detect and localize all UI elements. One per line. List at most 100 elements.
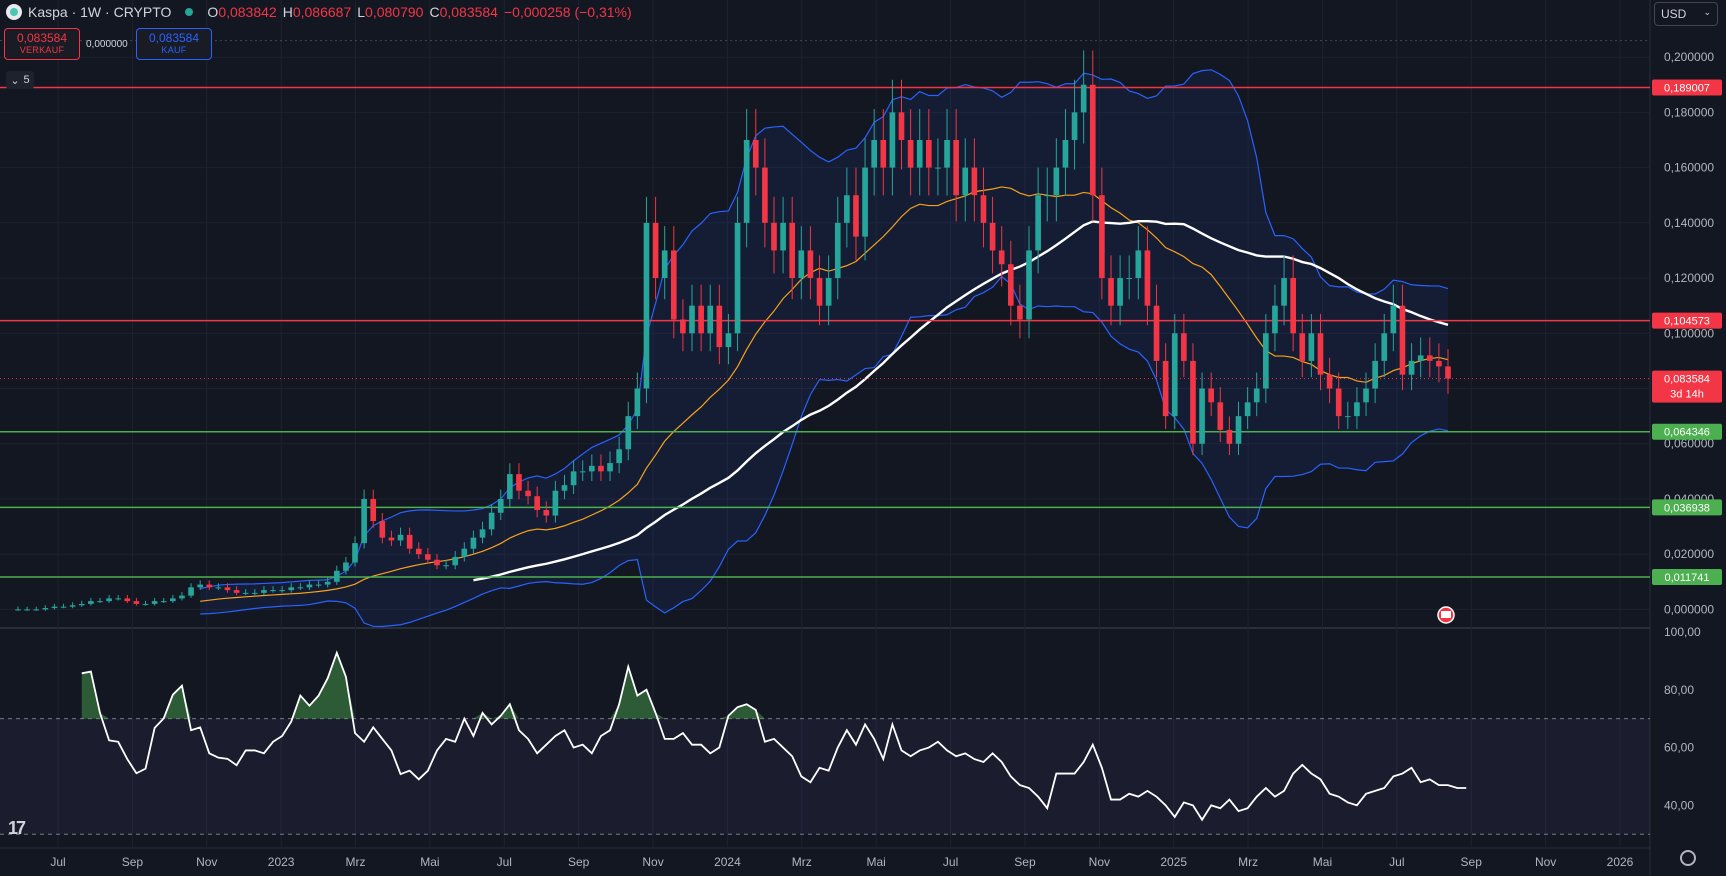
candle — [834, 222, 841, 279]
candle — [1372, 360, 1378, 389]
candle — [807, 250, 814, 279]
candle — [1144, 250, 1151, 306]
candle — [343, 562, 349, 571]
candle — [907, 139, 914, 168]
candle — [479, 529, 486, 538]
candle — [261, 590, 267, 593]
candle — [379, 521, 386, 538]
candle — [24, 609, 30, 611]
price-tick-label: 0,020000 — [1664, 547, 1714, 561]
candle — [844, 195, 850, 223]
candle — [224, 587, 231, 591]
candle — [880, 139, 887, 168]
candle — [197, 584, 203, 588]
candle — [944, 139, 950, 168]
candle — [1244, 402, 1251, 417]
candle — [60, 606, 67, 608]
time-tick-label: Jul — [50, 855, 65, 869]
candle — [188, 587, 194, 596]
candle — [406, 534, 413, 549]
indicators-toggle-button[interactable]: ⌄ 5 — [6, 71, 34, 89]
time-tick-label: Mrz — [1238, 855, 1258, 869]
candle — [397, 534, 404, 541]
candle — [825, 278, 832, 306]
level-label: 0,104573 — [1664, 316, 1710, 328]
candle — [1071, 112, 1078, 140]
time-tick-label: Sep — [122, 855, 144, 869]
candle — [516, 474, 522, 491]
candle — [926, 139, 932, 168]
candle — [698, 305, 704, 334]
candle — [1335, 388, 1342, 417]
time-tick-label: Jul — [943, 855, 958, 869]
rsi-tick-label: 80,00 — [1664, 683, 1694, 697]
candle — [106, 598, 112, 602]
candle — [279, 590, 285, 592]
candle — [1026, 250, 1032, 320]
candle — [989, 222, 996, 251]
indicator-count: 5 — [23, 74, 30, 86]
buy-button[interactable]: 0,083584 KAUF — [136, 28, 212, 60]
candle — [461, 548, 468, 557]
candle — [1354, 402, 1360, 417]
candle — [1007, 264, 1014, 306]
candle — [1062, 139, 1069, 168]
candle — [980, 195, 987, 223]
candle — [1408, 360, 1415, 375]
rsi-tick-label: 60,00 — [1664, 741, 1694, 755]
candle — [670, 250, 677, 320]
economic-event-icon-flag — [1441, 611, 1451, 618]
candle — [115, 598, 122, 600]
sell-button[interactable]: 0,083584 VERKAUF — [4, 28, 80, 60]
candle — [953, 139, 959, 196]
candle — [743, 139, 750, 223]
time-tick-label: Sep — [1014, 855, 1036, 869]
candle — [78, 603, 85, 606]
time-tick-label: Mrz — [346, 855, 366, 869]
currency-select[interactable]: USD ⌄ — [1654, 2, 1718, 26]
candle — [1317, 333, 1324, 375]
candle — [734, 222, 741, 334]
time-tick-label: Jul — [1389, 855, 1404, 869]
price-chart[interactable]: Jul Sep Nov 2023 Mrz Mai Jul Sep Nov 2024 Mrz Mai Ju… — [0, 0, 1726, 876]
candle — [1390, 305, 1397, 334]
candle — [170, 598, 176, 602]
time-tick-label: Nov — [1089, 855, 1110, 869]
candle — [1445, 366, 1451, 379]
level-label: 0,011741 — [1664, 572, 1709, 584]
candle — [233, 590, 240, 593]
candle — [1217, 402, 1224, 430]
candle — [1171, 333, 1178, 417]
candle — [434, 559, 440, 566]
candle — [370, 498, 377, 522]
symbol-title[interactable]: Kaspa · 1W · CRYPTO — [28, 4, 171, 20]
time-tick-label: Nov — [642, 855, 663, 869]
ohlc-close: C0,083584 — [429, 4, 498, 20]
candle — [1381, 333, 1388, 361]
candle — [1417, 355, 1424, 361]
sell-label: VERKAUF — [19, 45, 65, 55]
price-tick-label: 0,140000 — [1664, 216, 1714, 230]
candle — [716, 305, 723, 348]
candle — [889, 112, 896, 168]
candle — [1290, 278, 1296, 334]
candle — [798, 250, 805, 279]
candle — [333, 570, 340, 582]
candle — [862, 167, 868, 237]
candle — [661, 250, 668, 279]
candle — [306, 584, 313, 588]
candle — [452, 556, 459, 566]
gear-icon[interactable] — [1680, 850, 1696, 866]
time-tick-label: Mai — [1313, 855, 1332, 869]
candle — [570, 471, 577, 486]
time-tick-label: Mrz — [792, 855, 812, 869]
tradingview-logo-icon[interactable]: 17 — [8, 818, 26, 839]
rsi-tick-label: 40,00 — [1664, 798, 1694, 812]
candle — [588, 465, 595, 472]
candle — [1126, 278, 1133, 280]
candle — [1044, 195, 1051, 197]
rsi-tick-label: 100,00 — [1664, 625, 1701, 639]
candle — [962, 167, 969, 196]
candle — [534, 496, 540, 511]
candle — [1263, 333, 1269, 389]
